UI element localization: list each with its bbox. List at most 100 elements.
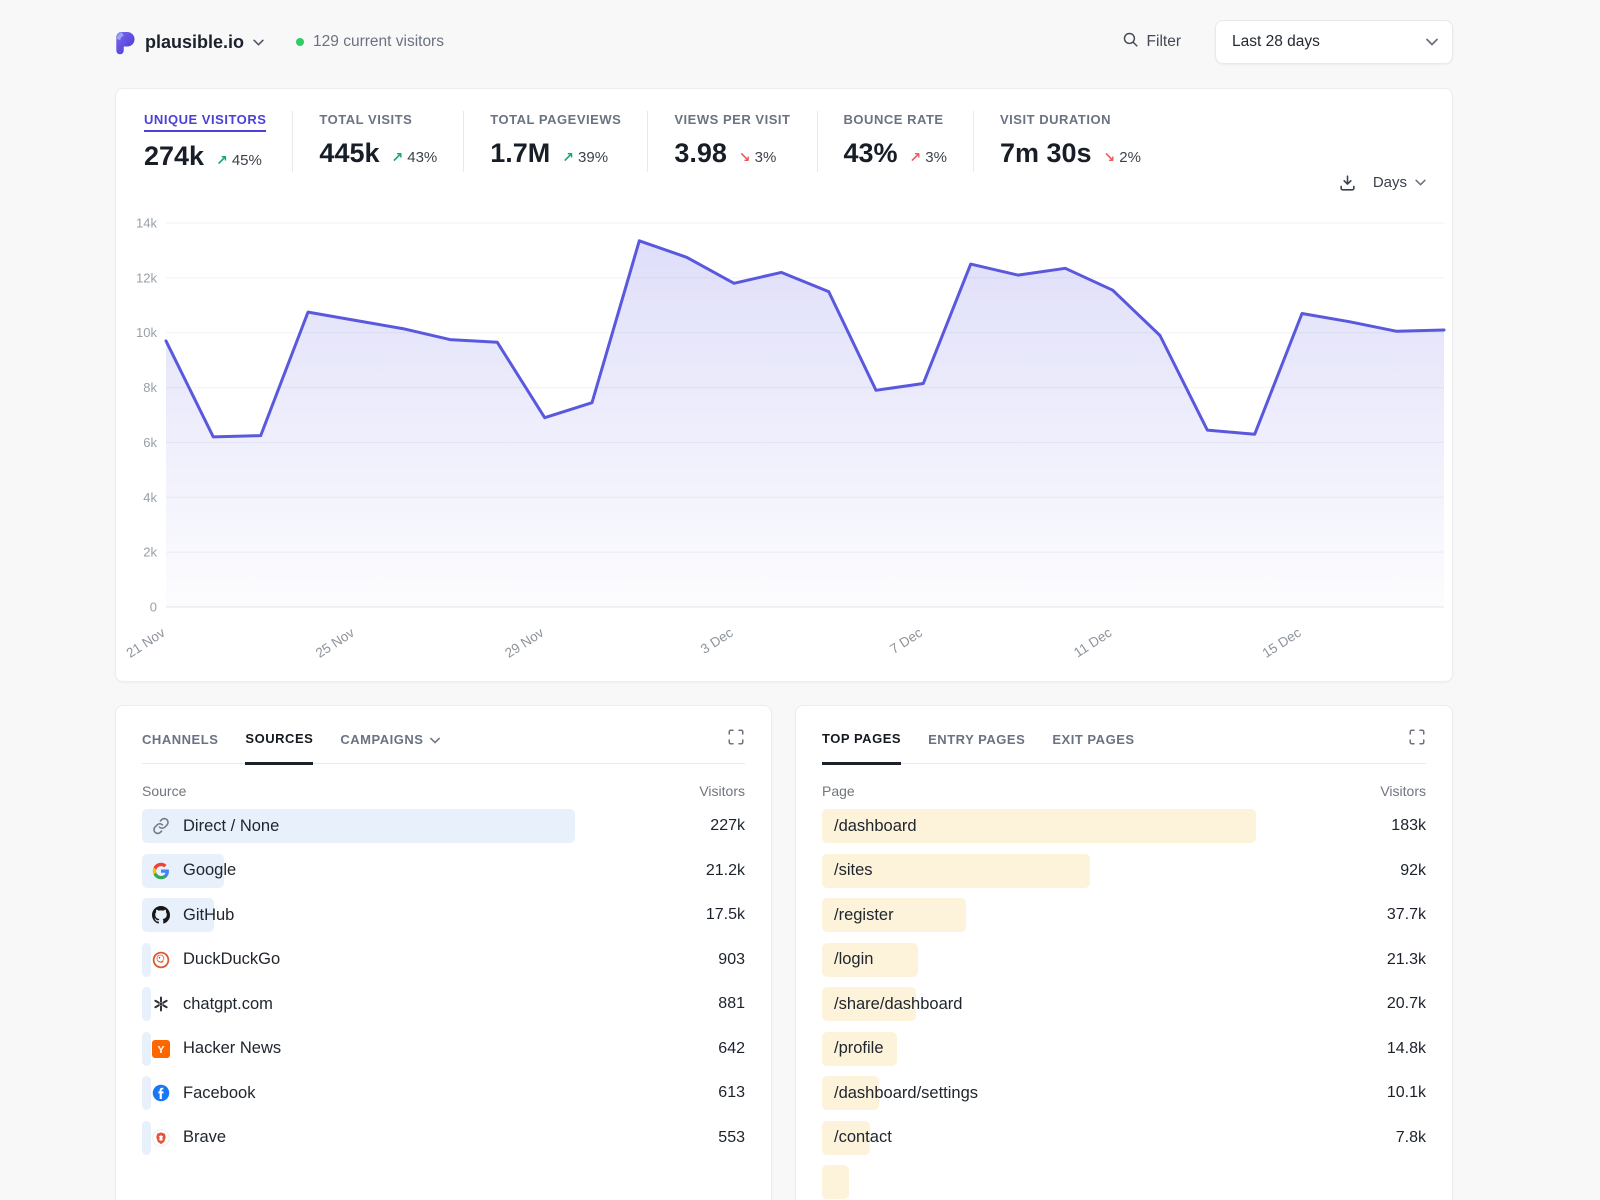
row-value: 553 [718, 1129, 745, 1147]
stat-value: 274k [144, 141, 204, 172]
expand-icon[interactable] [1408, 728, 1426, 751]
row-label: /register [834, 906, 894, 925]
stat-value: 43% [844, 138, 898, 169]
pages-card: TOP PAGES ENTRY PAGES EXIT PAGES PageVisito… [795, 705, 1453, 1200]
table-row[interactable]: /sites 92k [822, 849, 1426, 894]
interval-dropdown[interactable]: Days [1373, 174, 1426, 191]
table-row[interactable]: Brave 553 [142, 1116, 745, 1161]
site-switcher[interactable]: plausible.io [115, 30, 264, 55]
table-row[interactable]: /profile 14.8k [822, 1027, 1426, 1072]
row-label: Direct / None [183, 817, 279, 836]
table-row[interactable]: /contact 7.8k [822, 1116, 1426, 1161]
table-row[interactable]: Facebook 613 [142, 1071, 745, 1116]
github-icon [152, 906, 170, 924]
stat-item[interactable]: UNIQUE VISITORS 274k ↗ 45% [144, 111, 292, 172]
row-label: /profile [834, 1039, 884, 1058]
row-value: 14.8k [1387, 1040, 1426, 1058]
tab-channels[interactable]: CHANNELS [142, 732, 218, 763]
row-value: 881 [718, 995, 745, 1013]
table-row[interactable]: /dashboard 183k [822, 804, 1426, 849]
top-bar: plausible.io 129 current visitors Filter… [115, 20, 1453, 64]
current-visitors[interactable]: 129 current visitors [296, 33, 444, 51]
filter-label: Filter [1147, 33, 1181, 51]
trend-arrow-icon: ↘ [739, 150, 751, 166]
pages-column-headers: PageVisitors [822, 783, 1426, 799]
svg-text:0: 0 [150, 600, 157, 615]
trend-arrow-icon: ↗ [910, 150, 922, 166]
table-row[interactable]: /dashboard/settings 10.1k [822, 1071, 1426, 1116]
stat-item[interactable]: TOTAL PAGEVIEWS 1.7M ↗ 39% [463, 111, 647, 172]
stat-value: 3.98 [674, 138, 727, 169]
trend-arrow-icon: ↗ [562, 150, 574, 166]
svg-text:25 Nov: 25 Nov [313, 625, 357, 661]
table-row[interactable]: DuckDuckGo 903 [142, 938, 745, 983]
interval-label: Days [1373, 174, 1407, 191]
brave-icon [152, 1129, 170, 1147]
table-row-cropped[interactable] [822, 1160, 1426, 1200]
stat-change: ↘ 3% [739, 149, 776, 166]
date-range-picker[interactable]: Last 28 days [1215, 20, 1453, 64]
stat-value: 445k [319, 138, 379, 169]
row-label: /dashboard/settings [834, 1084, 978, 1103]
row-value: 37.7k [1387, 906, 1426, 924]
row-label: /dashboard [834, 817, 917, 836]
link-icon [152, 817, 170, 835]
tab-top-pages[interactable]: TOP PAGES [822, 731, 901, 765]
svg-text:12k: 12k [136, 270, 157, 285]
openai-icon [152, 995, 170, 1013]
expand-icon[interactable] [727, 728, 745, 751]
svg-text:6k: 6k [143, 435, 157, 450]
table-row[interactable]: /register 37.7k [822, 893, 1426, 938]
table-row[interactable]: /share/dashboard 20.7k [822, 982, 1426, 1027]
table-row[interactable]: chatgpt.com 881 [142, 982, 745, 1027]
stat-value: 7m 30s [1000, 138, 1092, 169]
table-row[interactable]: Google 21.2k [142, 849, 745, 894]
stat-label: VISIT DURATION [1000, 112, 1111, 127]
svg-text:21 Nov: 21 Nov [124, 625, 168, 661]
svg-text:Y: Y [157, 1044, 164, 1056]
row-bar [822, 1165, 849, 1199]
chevron-down-icon [253, 39, 264, 46]
column-header-left: Source [142, 783, 186, 799]
stat-label: TOTAL VISITS [319, 112, 412, 127]
plausible-logo [115, 30, 136, 55]
stat-item[interactable]: VIEWS PER VISIT 3.98 ↘ 3% [647, 111, 816, 172]
table-row[interactable]: Direct / None 227k [142, 804, 745, 849]
tab-campaigns[interactable]: CAMPAIGNS [340, 732, 439, 763]
row-label: Brave [183, 1128, 226, 1147]
table-row[interactable]: /login 21.3k [822, 938, 1426, 983]
download-icon[interactable] [1338, 173, 1357, 192]
row-value: 183k [1391, 817, 1426, 835]
row-value: 21.2k [706, 862, 745, 880]
duckduckgo-icon [152, 951, 170, 969]
row-value: 227k [710, 817, 745, 835]
stats-row: UNIQUE VISITORS 274k ↗ 45% TOTAL VISITS … [116, 89, 1452, 172]
column-header-right: Visitors [1380, 783, 1426, 799]
filter-button[interactable]: Filter [1122, 31, 1181, 53]
column-header-right: Visitors [699, 783, 745, 799]
sources-tabs: CHANNELS SOURCES CAMPAIGNS [142, 706, 745, 764]
row-value: 20.7k [1387, 995, 1426, 1013]
stat-item[interactable]: BOUNCE RATE 43% ↗ 3% [817, 111, 973, 172]
stat-label: VIEWS PER VISIT [674, 112, 790, 127]
stat-label: UNIQUE VISITORS [144, 112, 266, 132]
pages-tabs: TOP PAGES ENTRY PAGES EXIT PAGES [822, 706, 1426, 764]
chevron-down-icon [430, 732, 440, 747]
row-value: 17.5k [706, 906, 745, 924]
svg-text:29 Nov: 29 Nov [502, 625, 546, 661]
trend-arrow-icon: ↗ [392, 150, 404, 166]
tab-exit-pages[interactable]: EXIT PAGES [1052, 732, 1134, 763]
svg-text:7 Dec: 7 Dec [887, 625, 925, 657]
sources-column-headers: Source Visitors [142, 783, 745, 799]
stat-item[interactable]: TOTAL VISITS 445k ↗ 43% [292, 111, 463, 172]
sources-table: Direct / None 227k Google 21.2k GitHub 1… [142, 804, 745, 1160]
chevron-down-icon [1426, 33, 1438, 51]
stat-item[interactable]: VISIT DURATION 7m 30s ↘ 2% [973, 111, 1167, 172]
row-label: Facebook [183, 1084, 255, 1103]
tab-sources[interactable]: SOURCES [245, 731, 313, 765]
table-row[interactable]: Y Hacker News 642 [142, 1027, 745, 1072]
table-row[interactable]: GitHub 17.5k [142, 893, 745, 938]
stat-change: ↗ 45% [216, 152, 262, 169]
date-range-label: Last 28 days [1232, 33, 1320, 51]
tab-entry-pages[interactable]: ENTRY PAGES [928, 732, 1025, 763]
